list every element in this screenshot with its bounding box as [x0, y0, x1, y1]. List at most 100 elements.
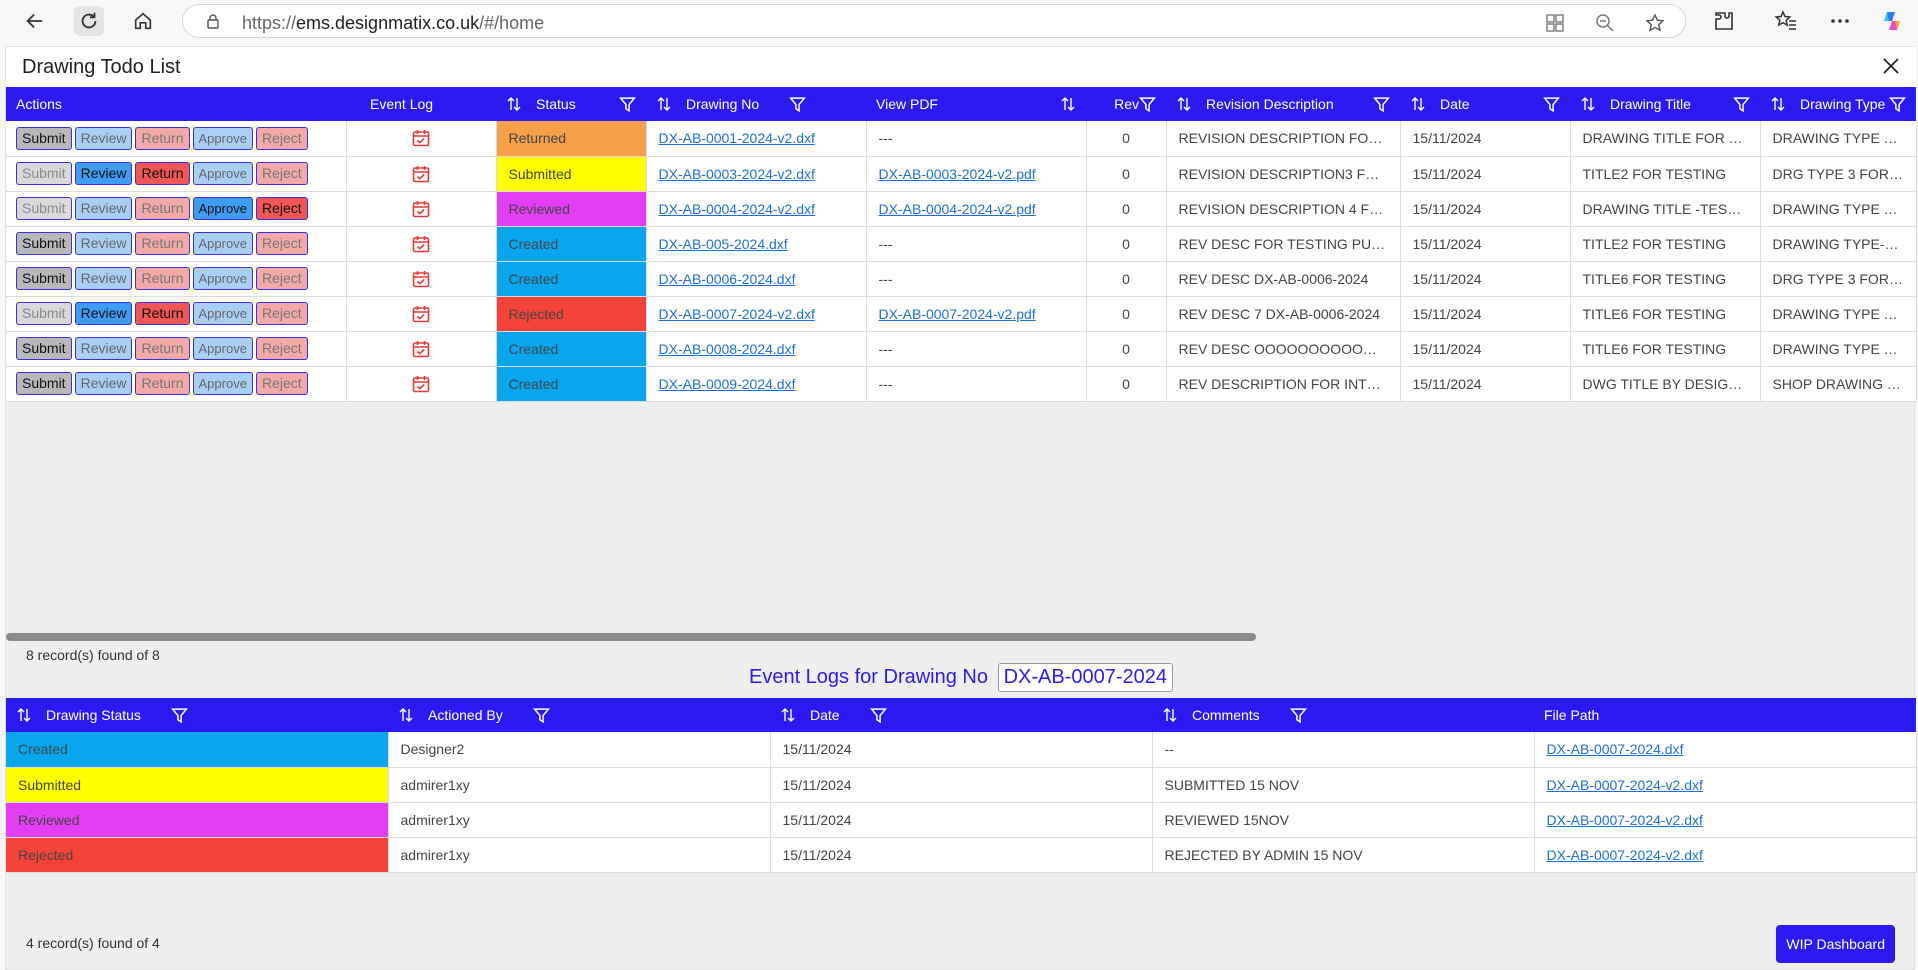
sort-icon[interactable]: [398, 707, 414, 723]
col-actioned-by[interactable]: Actioned By: [388, 698, 770, 732]
drawing-no-link[interactable]: DX-AB-0008-2024.dxf: [659, 341, 796, 357]
sort-icon[interactable]: [506, 96, 522, 112]
file-path-link[interactable]: DX-AB-0007-2024-v2.dxf: [1547, 777, 1703, 793]
drawing-no-cell[interactable]: DX-AB-005-2024.dxf: [646, 226, 867, 262]
drawing-no-link[interactable]: DX-AB-0006-2024.dxf: [659, 271, 796, 287]
reload-icon[interactable]: [74, 6, 104, 36]
drawing-no-link[interactable]: DX-AB-0001-2024-v2.dxf: [659, 130, 815, 146]
submit-button[interactable]: Submit: [16, 126, 72, 150]
reject-button[interactable]: Reject: [255, 197, 308, 220]
star-icon[interactable]: [1645, 13, 1665, 33]
return-button[interactable]: Return: [135, 302, 190, 325]
return-button[interactable]: Return: [135, 267, 190, 290]
calendar-check-icon[interactable]: [412, 340, 430, 358]
drawing-no-cell[interactable]: DX-AB-0001-2024-v2.dxf: [646, 121, 867, 157]
drawing-no-cell[interactable]: DX-AB-0009-2024.dxf: [646, 366, 867, 402]
sort-icon[interactable]: [656, 96, 672, 112]
drawing-no-cell[interactable]: DX-AB-0008-2024.dxf: [646, 331, 867, 367]
return-button[interactable]: Return: [135, 232, 190, 255]
reject-button[interactable]: Reject: [255, 162, 308, 185]
review-button[interactable]: Review: [74, 232, 133, 255]
file-path-link[interactable]: DX-AB-0007-2024-v2.dxf: [1547, 812, 1703, 828]
view-pdf-link[interactable]: DX-AB-0003-2024-v2.pdf: [879, 166, 1036, 182]
back-icon[interactable]: [20, 6, 50, 36]
approve-button[interactable]: Approve: [192, 126, 253, 150]
drawing-no-link[interactable]: DX-AB-005-2024.dxf: [659, 236, 788, 252]
sort-icon[interactable]: [1580, 96, 1596, 112]
address-bar[interactable]: https://ems.designmatix.co.uk/#/home: [182, 4, 1686, 38]
review-button[interactable]: Review: [74, 372, 133, 395]
drawing-no-link[interactable]: DX-AB-0009-2024.dxf: [659, 376, 796, 392]
file-path-cell[interactable]: DX-AB-0007-2024.dxf: [1534, 732, 1917, 768]
filter-icon[interactable]: [532, 707, 550, 724]
col-drawing-type[interactable]: Drawing Type: [1760, 87, 1916, 121]
approve-button[interactable]: Approve: [192, 267, 253, 290]
col-status[interactable]: Status: [496, 87, 646, 121]
calendar-check-icon[interactable]: [412, 305, 430, 323]
return-button[interactable]: Return: [135, 337, 190, 360]
return-button[interactable]: Return: [135, 126, 190, 150]
col-drawing-status[interactable]: Drawing Status: [6, 698, 388, 732]
filter-icon[interactable]: [1373, 96, 1390, 113]
return-button[interactable]: Return: [135, 372, 190, 395]
col-log-date[interactable]: Date: [770, 698, 1152, 732]
col-revision-description[interactable]: Revision Description: [1166, 87, 1400, 121]
drawing-no-link[interactable]: DX-AB-0007-2024-v2.dxf: [659, 306, 815, 322]
drawing-no-cell[interactable]: DX-AB-0007-2024-v2.dxf: [646, 296, 867, 332]
extensions-icon[interactable]: [1712, 9, 1736, 33]
col-date[interactable]: Date: [1400, 87, 1570, 121]
filter-icon[interactable]: [789, 96, 807, 113]
submit-button[interactable]: Submit: [16, 197, 72, 220]
calendar-check-icon[interactable]: [412, 165, 430, 183]
review-button[interactable]: Review: [74, 162, 133, 185]
sort-icon[interactable]: [780, 707, 796, 723]
copilot-icon[interactable]: [1880, 9, 1904, 33]
filter-icon[interactable]: [1733, 96, 1750, 113]
calendar-check-icon[interactable]: [412, 375, 430, 393]
filter-icon[interactable]: [170, 707, 188, 724]
review-button[interactable]: Review: [74, 302, 133, 325]
col-rev[interactable]: Rev: [1086, 87, 1166, 121]
approve-button[interactable]: Approve: [192, 337, 253, 360]
view-pdf-link[interactable]: DX-AB-0007-2024-v2.pdf: [879, 306, 1036, 322]
sort-icon[interactable]: [1410, 96, 1426, 112]
event-log-cell[interactable]: [346, 366, 497, 402]
sort-icon[interactable]: [1770, 96, 1786, 112]
return-button[interactable]: Return: [135, 162, 190, 185]
reject-button[interactable]: Reject: [255, 302, 308, 325]
submit-button[interactable]: Submit: [16, 337, 72, 360]
drawing-no-cell[interactable]: DX-AB-0006-2024.dxf: [646, 261, 867, 297]
event-log-cell[interactable]: [346, 156, 497, 192]
approve-button[interactable]: Approve: [192, 302, 253, 325]
favorites-icon[interactable]: [1774, 9, 1798, 33]
submit-button[interactable]: Submit: [16, 302, 72, 325]
submit-button[interactable]: Submit: [16, 372, 72, 395]
submit-button[interactable]: Submit: [16, 267, 72, 290]
submit-button[interactable]: Submit: [16, 162, 72, 185]
event-log-cell[interactable]: [346, 331, 497, 367]
reject-button[interactable]: Reject: [255, 232, 308, 255]
event-log-cell[interactable]: [346, 296, 497, 332]
drawing-no-cell[interactable]: DX-AB-0003-2024-v2.dxf: [646, 156, 867, 192]
filter-icon[interactable]: [1889, 96, 1906, 113]
approve-button[interactable]: Approve: [192, 372, 253, 395]
approve-button[interactable]: Approve: [192, 162, 253, 185]
calendar-check-icon[interactable]: [412, 200, 430, 218]
review-button[interactable]: Review: [74, 197, 133, 220]
calendar-check-icon[interactable]: [412, 129, 430, 147]
review-button[interactable]: Review: [74, 267, 133, 290]
zoom-out-icon[interactable]: [1595, 13, 1615, 33]
event-log-cell[interactable]: [346, 226, 497, 262]
filter-icon[interactable]: [1289, 707, 1307, 724]
col-comments[interactable]: Comments: [1152, 698, 1534, 732]
file-path-cell[interactable]: DX-AB-0007-2024-v2.dxf: [1534, 767, 1917, 803]
review-button[interactable]: Review: [74, 337, 133, 360]
sort-icon[interactable]: [1176, 96, 1192, 112]
approve-button[interactable]: Approve: [192, 197, 253, 220]
drawing-no-cell[interactable]: DX-AB-0004-2024-v2.dxf: [646, 191, 867, 227]
approve-button[interactable]: Approve: [192, 232, 253, 255]
col-drawing-no[interactable]: Drawing No: [646, 87, 866, 121]
drawing-no-link[interactable]: DX-AB-0003-2024-v2.dxf: [659, 166, 815, 182]
filter-icon[interactable]: [619, 96, 636, 113]
more-options-icon[interactable]: [1828, 9, 1852, 33]
